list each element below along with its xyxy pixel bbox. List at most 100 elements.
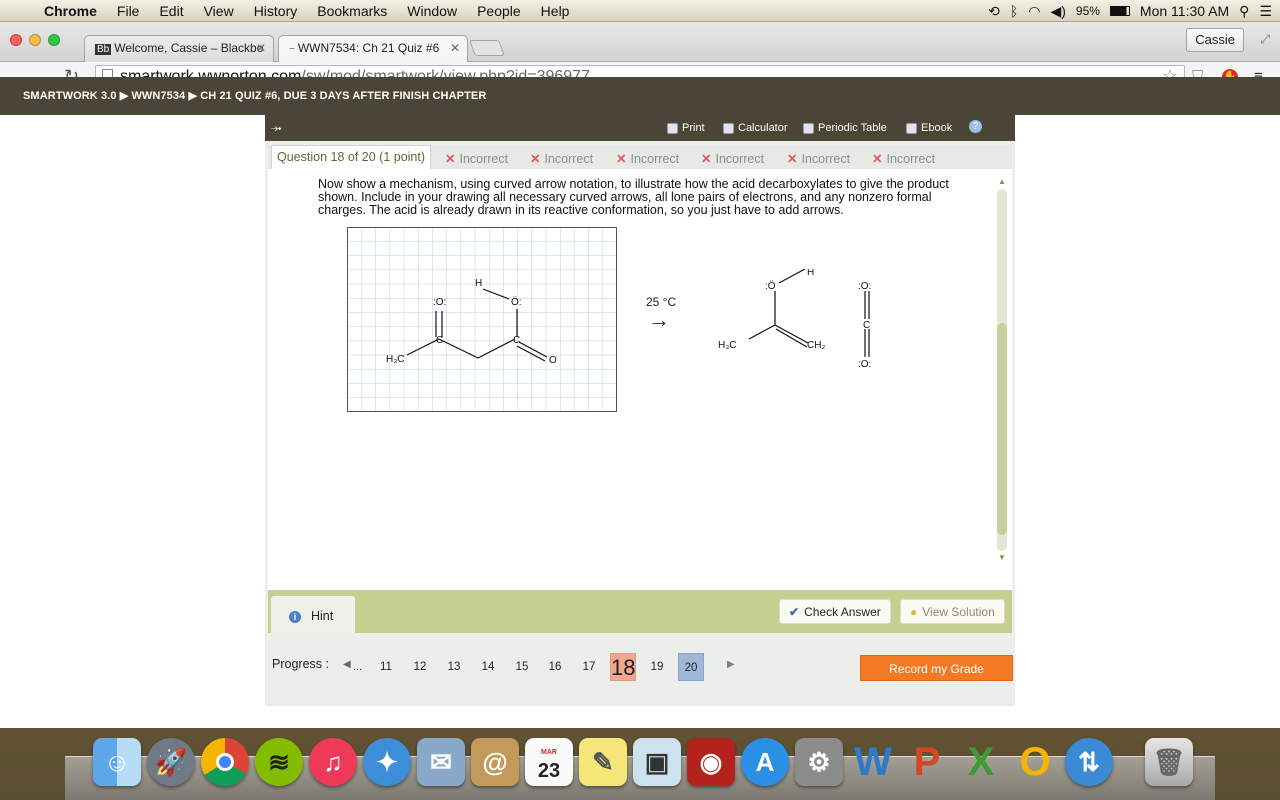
preview-icon[interactable]: ▣ (633, 738, 681, 786)
calculator-button[interactable]: Calculator (723, 122, 788, 134)
notification-center-icon[interactable]: ☰ (1259, 3, 1272, 20)
menu-bookmarks[interactable]: Bookmarks (307, 3, 397, 19)
page-19[interactable]: 19 (644, 653, 670, 681)
smartwork-logo-icon: ⤞ (271, 120, 282, 135)
calculator-icon (723, 122, 734, 134)
attempt-tab-5[interactable]: ✕ Incorrect (787, 151, 850, 166)
incorrect-x-icon: ✕ (701, 152, 712, 166)
chrome-icon[interactable] (201, 738, 249, 786)
profile-button[interactable]: Cassie (1186, 28, 1244, 52)
excel-icon[interactable]: X (957, 738, 1005, 786)
word-icon[interactable]: W (849, 738, 897, 786)
attempt-tab-4[interactable]: ✕ Incorrect (701, 151, 764, 166)
page-20[interactable]: 20 (678, 653, 704, 681)
tab-smartwork[interactable]: ~ WWN7534: Ch 21 Quiz #6 ✕ (278, 35, 468, 62)
menu-help[interactable]: Help (531, 3, 580, 19)
close-tab-icon[interactable]: ✕ (256, 41, 266, 55)
page-14[interactable]: 14 (475, 653, 501, 681)
check-answer-button[interactable]: ✔ Check Answer (779, 599, 891, 624)
periodic-table-button[interactable]: Periodic Table (803, 122, 887, 134)
attempt-tab-1[interactable]: ✕ Incorrect (445, 151, 508, 166)
new-tab-button[interactable] (469, 40, 505, 56)
tab-title: WWN7534: Ch 21 Quiz #6 (297, 41, 440, 55)
check-answer-label: Check Answer (804, 605, 881, 619)
attempt-tab-2[interactable]: ✕ Incorrect (530, 151, 593, 166)
wifi-icon[interactable]: ◠ (1028, 3, 1040, 20)
breadcrumb: SMARTWORK 3.0 ▶ WWN7534 ▶ CH 21 QUIZ #6,… (0, 77, 1280, 115)
carbonyl-oxygen-label: :O: (433, 297, 446, 308)
safari-icon[interactable]: ✦ (363, 738, 411, 786)
minimize-window-button[interactable] (29, 34, 41, 46)
calendar-icon[interactable]: MAR 23 (525, 738, 573, 786)
battery-icon[interactable] (1109, 6, 1130, 16)
print-button[interactable]: Print (667, 122, 705, 134)
attempt-tab-3[interactable]: ✕ Incorrect (616, 151, 679, 166)
attempt-label: Incorrect (715, 152, 765, 166)
progress-ellipsis: ... (353, 661, 363, 673)
trash-icon[interactable]: 🗑 (1145, 738, 1193, 786)
menu-people[interactable]: People (467, 3, 531, 19)
record-grade-button[interactable]: Record my Grade (860, 655, 1013, 681)
co2-carbon-label: C (863, 320, 870, 331)
help-icon[interactable]: ? (969, 120, 982, 133)
hint-button[interactable]: i Hint (271, 596, 355, 633)
content-scrollbar[interactable]: ▲ ▼ (996, 177, 1008, 565)
enol-methyl-label: H₃C (718, 340, 737, 351)
view-solution-button[interactable]: ● View Solution (900, 599, 1005, 624)
menu-history[interactable]: History (244, 3, 308, 19)
attempt-label: Incorrect (459, 152, 509, 166)
page-11[interactable]: 11 (373, 653, 399, 681)
periodic-table-icon (803, 122, 814, 134)
network-icon[interactable]: ⇅ (1065, 738, 1113, 786)
tab-strip: Bb Welcome, Cassie – Blackbo ✕ ~ WWN7534: … (0, 22, 1280, 62)
outlook-icon[interactable]: O (1011, 738, 1059, 786)
tab-blackboard[interactable]: Bb Welcome, Cassie – Blackbo ✕ (84, 35, 274, 62)
launchpad-icon[interactable]: 🚀 (147, 738, 195, 786)
smartwork-icon: ~ (289, 44, 295, 55)
question-content: Now show a mechanism, using curved arrow… (268, 169, 1012, 590)
attempt-tab-6[interactable]: ✕ Incorrect (872, 151, 935, 166)
spotify-icon[interactable]: ≋ (255, 738, 303, 786)
battery-percent[interactable]: 95% (1076, 4, 1100, 18)
mail-icon[interactable]: ✉ (417, 738, 465, 786)
menu-file[interactable]: File (107, 3, 150, 19)
action-bar: i Hint ✔ Check Answer ● View Solution (268, 590, 1012, 633)
finder-icon[interactable]: ☺ (93, 738, 141, 786)
menu-edit[interactable]: Edit (149, 3, 193, 19)
zoom-window-button[interactable] (48, 34, 60, 46)
next-arrow-icon[interactable]: ▶ (727, 659, 735, 670)
photobooth-icon[interactable]: ◉ (687, 738, 735, 786)
prev-arrow-icon[interactable]: ◀ (343, 659, 351, 670)
volume-icon[interactable]: ◀) (1050, 3, 1065, 20)
page-15[interactable]: 15 (509, 653, 535, 681)
page-18-current[interactable]: 18 (610, 653, 636, 681)
enol-oxygen-label: :Ö (765, 280, 776, 292)
appstore-icon[interactable]: A (741, 738, 789, 786)
page-16[interactable]: 16 (542, 653, 568, 681)
system-preferences-icon[interactable]: ⚙ (795, 738, 843, 786)
bluetooth-icon[interactable]: ᛒ (1010, 3, 1018, 19)
scroll-thumb[interactable] (997, 323, 1007, 535)
drawing-canvas[interactable]: :O: Ö: H C C O H₃C (347, 227, 617, 412)
notes-icon[interactable]: ✎ (579, 738, 627, 786)
time-machine-icon[interactable]: ⟲ (988, 3, 1000, 20)
close-tab-icon[interactable]: ✕ (450, 41, 460, 55)
ebook-icon (906, 122, 917, 134)
clock[interactable]: Mon 11:30 AM (1140, 3, 1229, 19)
page-13[interactable]: 13 (441, 653, 467, 681)
page-12[interactable]: 12 (407, 653, 433, 681)
menu-app-name[interactable]: Chrome (34, 3, 107, 19)
scroll-up-icon[interactable]: ▲ (996, 177, 1008, 186)
menu-window[interactable]: Window (397, 3, 467, 19)
attempt-label: Incorrect (801, 152, 851, 166)
scroll-down-icon[interactable]: ▼ (996, 553, 1008, 562)
spotlight-icon[interactable]: ⚲ (1239, 3, 1249, 20)
menu-view[interactable]: View (194, 3, 244, 19)
close-window-button[interactable] (10, 34, 22, 46)
fullscreen-icon[interactable]: ⤢ (1260, 32, 1270, 47)
ebook-button[interactable]: Ebook (906, 122, 952, 134)
page-17[interactable]: 17 (576, 653, 602, 681)
contacts-icon[interactable]: @ (471, 738, 519, 786)
itunes-icon[interactable]: ♫ (309, 738, 357, 786)
powerpoint-icon[interactable]: P (903, 738, 951, 786)
